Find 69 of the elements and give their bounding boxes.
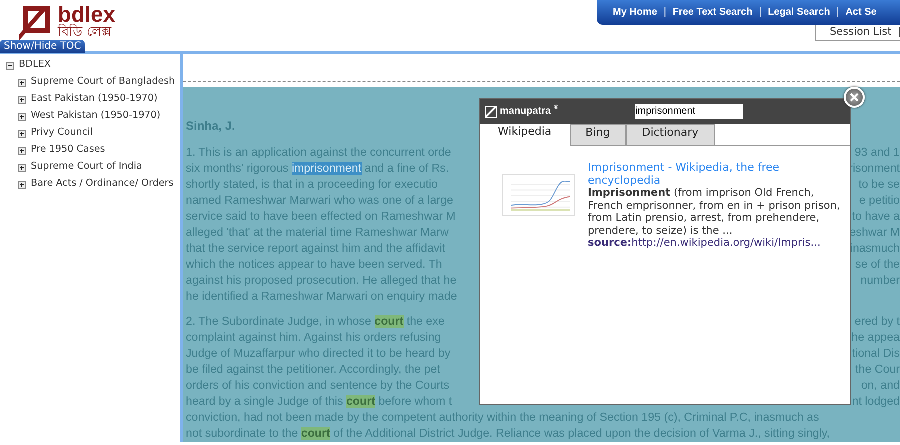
logo-subtitle: বিডি লেক্স	[58, 26, 114, 40]
document-text: nt lodged	[852, 394, 900, 410]
document-text: to have a	[852, 209, 900, 225]
document-text: which the notices appear to have been served. Th	[186, 257, 442, 273]
nav-separator: |	[758, 6, 762, 20]
result-title-link[interactable]: Imprisonment - Wikipedia, the free encyclopedia	[588, 161, 850, 187]
result-snippet: Imprisonment (from imprison Old French, French emprisonner, from en in + prison prison, from Latin prensio, arrest, from prehendere, prendere, to seize) is the ...	[588, 187, 842, 237]
document-text: complaint against him. Against his orders refusing	[186, 330, 442, 346]
document-text: ered by t	[854, 314, 900, 330]
nav-separator: |	[898, 25, 900, 40]
popup-tab[interactable]: Wikipedia	[480, 124, 570, 146]
tree-item[interactable]: Bare Acts / Ordinance/ Orders	[31, 177, 174, 192]
document-text: e petitio	[859, 193, 900, 209]
tree-item[interactable]: Pre 1950 Cases	[31, 143, 106, 158]
expand-icon[interactable]	[18, 180, 26, 188]
expand-icon[interactable]	[18, 78, 26, 86]
popup-tab[interactable]: Dictionary	[626, 124, 715, 145]
nav-link[interactable]: Free Text Search	[672, 5, 753, 20]
document-text: conviction, had not been made by the competent authority within the meaning of Section 195 (c), Criminal P.C, inasmuch as	[186, 410, 820, 426]
session-list-link[interactable]: Session List	[830, 25, 892, 40]
tree-item[interactable]: Privy Council	[31, 126, 93, 141]
tree-item[interactable]: BDLEX	[19, 58, 51, 73]
document-text: six months' rigorous imprisonment and a fine of Rs.	[186, 161, 450, 177]
judge-name: Sinha, J.	[186, 118, 236, 135]
document-text: against his proposed prosecution. He alleged that he	[186, 273, 457, 289]
logo-icon	[18, 4, 52, 42]
collapse-icon[interactable]	[6, 62, 14, 70]
nav-link[interactable]: My Home	[613, 5, 658, 20]
nav-separator: |	[836, 6, 840, 20]
tree-item[interactable]: West Pakistan (1950-1970)	[31, 109, 161, 124]
close-icon	[850, 93, 859, 102]
document-text: se of the	[856, 257, 900, 273]
result-source-link[interactable]: source:http://en.wikipedia.org/wiki/Impris...	[588, 237, 850, 250]
brand-name: manupatra	[500, 105, 552, 119]
document-text: alleged 'that' at the material time Rameshwar Marw	[186, 225, 449, 241]
brand-logo-icon	[485, 106, 497, 118]
document-text: to be se	[858, 177, 900, 193]
search-field[interactable]: imprisonment	[634, 104, 743, 119]
document-text: named Rameshwar Marwari who was one of a large	[186, 193, 454, 209]
tree-item[interactable]: Supreme Court of India	[31, 160, 142, 175]
document-text: inasmuch	[850, 241, 900, 257]
document-text: orders of his conviction and sentence by the Courts	[186, 378, 450, 394]
document-text: tional Dis	[852, 346, 900, 362]
document-text: that the service report against him and the affidavit	[186, 241, 446, 257]
document-text: 1. This is an application against the concurrent orde	[186, 145, 452, 161]
document-text: shortly stated, is that in a proceeding for executio	[186, 177, 438, 193]
document-text: Judge of Muzaffarpur who directed it to be heard by	[186, 346, 451, 362]
document-text: number	[860, 273, 900, 289]
document-text: 2. The Subordinate Judge, in whose court the exe	[186, 314, 445, 330]
document-text: service said to have been effected on Rameshwar M	[186, 209, 456, 225]
toc-toggle-button[interactable]: Show/Hide TOC	[0, 40, 86, 53]
expand-icon[interactable]	[18, 164, 26, 172]
expand-icon[interactable]	[18, 112, 26, 120]
expand-icon[interactable]	[18, 130, 26, 138]
popup-tab[interactable]: Bing	[570, 124, 626, 145]
tree-item[interactable]: East Pakistan (1950-1970)	[31, 92, 158, 107]
document-text: he identified a Rameshwar Marwari on enquiry made	[186, 289, 458, 305]
nav-link[interactable]: Act Se	[846, 5, 877, 20]
expand-icon[interactable]	[18, 96, 26, 104]
document-text: be filed against the petitioner. Accordingly, the pet	[186, 362, 440, 378]
document-text: eshwar M	[850, 225, 900, 241]
document-text: 93 and 1	[854, 145, 900, 161]
nav-link[interactable]: Legal Search	[768, 5, 830, 20]
tree-item[interactable]: Supreme Court of Bangladesh	[31, 75, 176, 90]
document-text: he appea	[852, 330, 900, 346]
document-text: the Cour	[856, 362, 900, 378]
nav-separator: |	[663, 6, 667, 20]
expand-icon[interactable]	[18, 146, 26, 154]
document-text: on, and	[861, 378, 900, 394]
